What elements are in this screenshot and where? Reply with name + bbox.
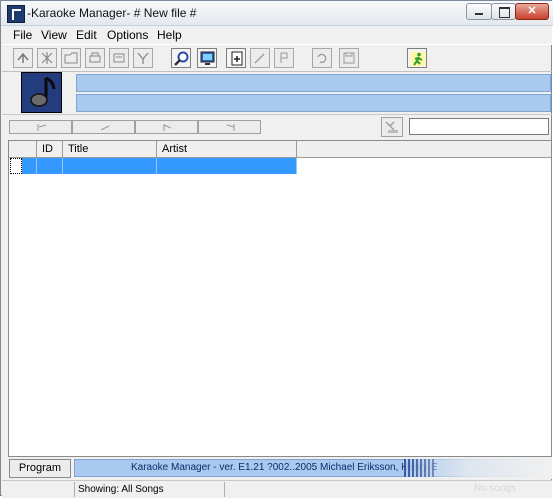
previous-icon — [100, 125, 110, 131]
column-header-indicator[interactable] — [9, 141, 37, 158]
column-header-artist[interactable]: Artist — [157, 141, 297, 158]
monitor-button[interactable] — [197, 48, 217, 68]
main-window: -Karaoke Manager- # New file # ✕ File Vi… — [0, 0, 553, 498]
close-icon: ✕ — [527, 5, 537, 17]
last-button[interactable] — [198, 120, 261, 134]
column-header-filler — [297, 141, 551, 158]
maximize-button[interactable] — [491, 3, 516, 20]
window-title: -Karaoke Manager- # New file # — [27, 6, 197, 20]
menu-edit[interactable]: Edit — [76, 28, 97, 42]
info-bar: Program Info Karaoke Manager - ver. E1.2… — [2, 457, 552, 491]
app-icon[interactable] — [7, 5, 25, 23]
filter-icon — [137, 52, 149, 64]
banner-bar-bottom — [76, 94, 551, 112]
next-button[interactable] — [135, 120, 198, 134]
table-row-cell-id[interactable] — [37, 158, 63, 174]
edit-song-button[interactable] — [37, 48, 57, 68]
exit-icon — [411, 52, 425, 66]
new-file-icon — [231, 51, 243, 66]
open-icon — [280, 52, 288, 63]
search-icon — [174, 51, 189, 66]
status-bar: Showing: All Songs No songs — [2, 480, 552, 498]
column-header-title[interactable]: Title — [63, 141, 157, 158]
table-row-cell[interactable] — [22, 158, 37, 174]
export-button[interactable] — [109, 48, 129, 68]
new-file-button[interactable] — [226, 48, 246, 68]
minimize-icon — [475, 13, 483, 15]
table-row-cell-title[interactable] — [63, 158, 157, 174]
status-divider — [74, 482, 75, 497]
first-icon — [37, 124, 47, 131]
add-song-button[interactable] — [13, 48, 33, 68]
menu-bar: File View Edit Options Help — [2, 26, 552, 44]
menu-options[interactable]: Options — [107, 28, 148, 42]
credits-fade — [401, 459, 551, 477]
song-table[interactable]: ID Title Artist — [8, 140, 552, 457]
save-icon — [343, 52, 355, 64]
filter-clear-icon — [385, 121, 398, 133]
menu-view[interactable]: View — [41, 28, 67, 42]
divider — [2, 114, 552, 115]
pen-icon — [254, 53, 265, 64]
print-icon — [89, 52, 101, 63]
next-icon — [163, 124, 172, 131]
title-bar[interactable]: -Karaoke Manager- # New file # ✕ — [1, 1, 553, 26]
minimize-button[interactable] — [466, 3, 492, 20]
refresh-icon — [317, 53, 327, 64]
last-icon — [226, 124, 235, 131]
table-row-cell-artist[interactable] — [157, 158, 297, 174]
maximize-icon — [499, 7, 510, 18]
export-icon — [113, 53, 125, 63]
showing-status: Showing: All Songs — [78, 484, 164, 495]
status-divider — [224, 482, 225, 497]
refresh-button[interactable] — [312, 48, 332, 68]
row-focus-cell[interactable] — [10, 158, 22, 174]
monitor-icon — [200, 51, 215, 65]
menu-help[interactable]: Help — [157, 28, 182, 42]
column-header-id[interactable]: ID — [37, 141, 63, 158]
open-folder-button[interactable] — [61, 48, 81, 68]
previous-button[interactable] — [72, 120, 135, 134]
add-song-icon — [17, 52, 29, 63]
folder-icon — [64, 52, 78, 64]
search-button[interactable] — [171, 48, 191, 68]
program-info-button[interactable]: Program Info — [9, 459, 71, 491]
menu-file[interactable]: File — [13, 28, 32, 42]
first-button[interactable] — [9, 120, 72, 134]
close-button[interactable]: ✕ — [515, 3, 549, 20]
filter-clear-button[interactable] — [381, 117, 403, 137]
print-button[interactable] — [85, 48, 105, 68]
save-button[interactable] — [339, 48, 359, 68]
open-button[interactable] — [274, 48, 294, 68]
exit-button[interactable] — [407, 48, 427, 68]
music-note-icon — [21, 72, 62, 113]
filter-input[interactable] — [409, 118, 549, 135]
edit-icon — [41, 52, 53, 64]
filter-button[interactable] — [133, 48, 153, 68]
song-count: No songs — [474, 483, 517, 494]
pen-button[interactable] — [250, 48, 270, 68]
banner-bar-top — [76, 74, 551, 92]
toolbar — [2, 44, 552, 72]
